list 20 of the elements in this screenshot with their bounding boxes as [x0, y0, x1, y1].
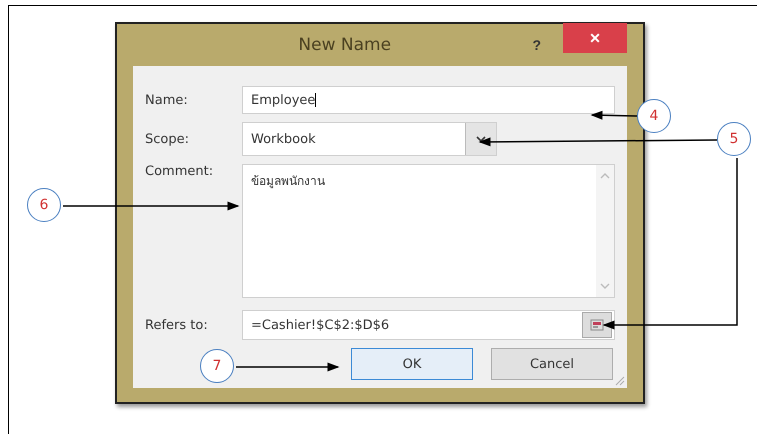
name-label: Name:	[145, 92, 189, 108]
name-field[interactable]: Employee	[242, 86, 615, 114]
scroll-bar[interactable]	[596, 165, 614, 297]
refers-to-label: Refers to:	[145, 318, 209, 332]
callout-number: 6	[27, 188, 61, 222]
refers-to-field[interactable]: =Cashier!$C$2:$D$6	[242, 310, 615, 340]
help-button[interactable]: ?	[526, 36, 547, 54]
window-title: New Name	[297, 35, 392, 55]
scope-dropdown[interactable]: Workbook	[242, 122, 497, 156]
resize-grip-icon[interactable]	[613, 374, 625, 386]
cancel-button[interactable]: Cancel	[491, 348, 613, 380]
callout-number: 4	[637, 99, 671, 133]
callout-number: 5	[717, 122, 751, 156]
ok-button[interactable]: OK	[351, 348, 473, 380]
close-button[interactable]: ×	[563, 23, 627, 53]
comment-field[interactable]: ข้อมูลพนักงาน	[242, 164, 615, 298]
scope-label: Scope:	[145, 132, 190, 146]
comment-label: Comment:	[145, 164, 214, 179]
chevron-down-icon[interactable]	[465, 123, 496, 155]
range-select-icon[interactable]	[582, 312, 612, 338]
